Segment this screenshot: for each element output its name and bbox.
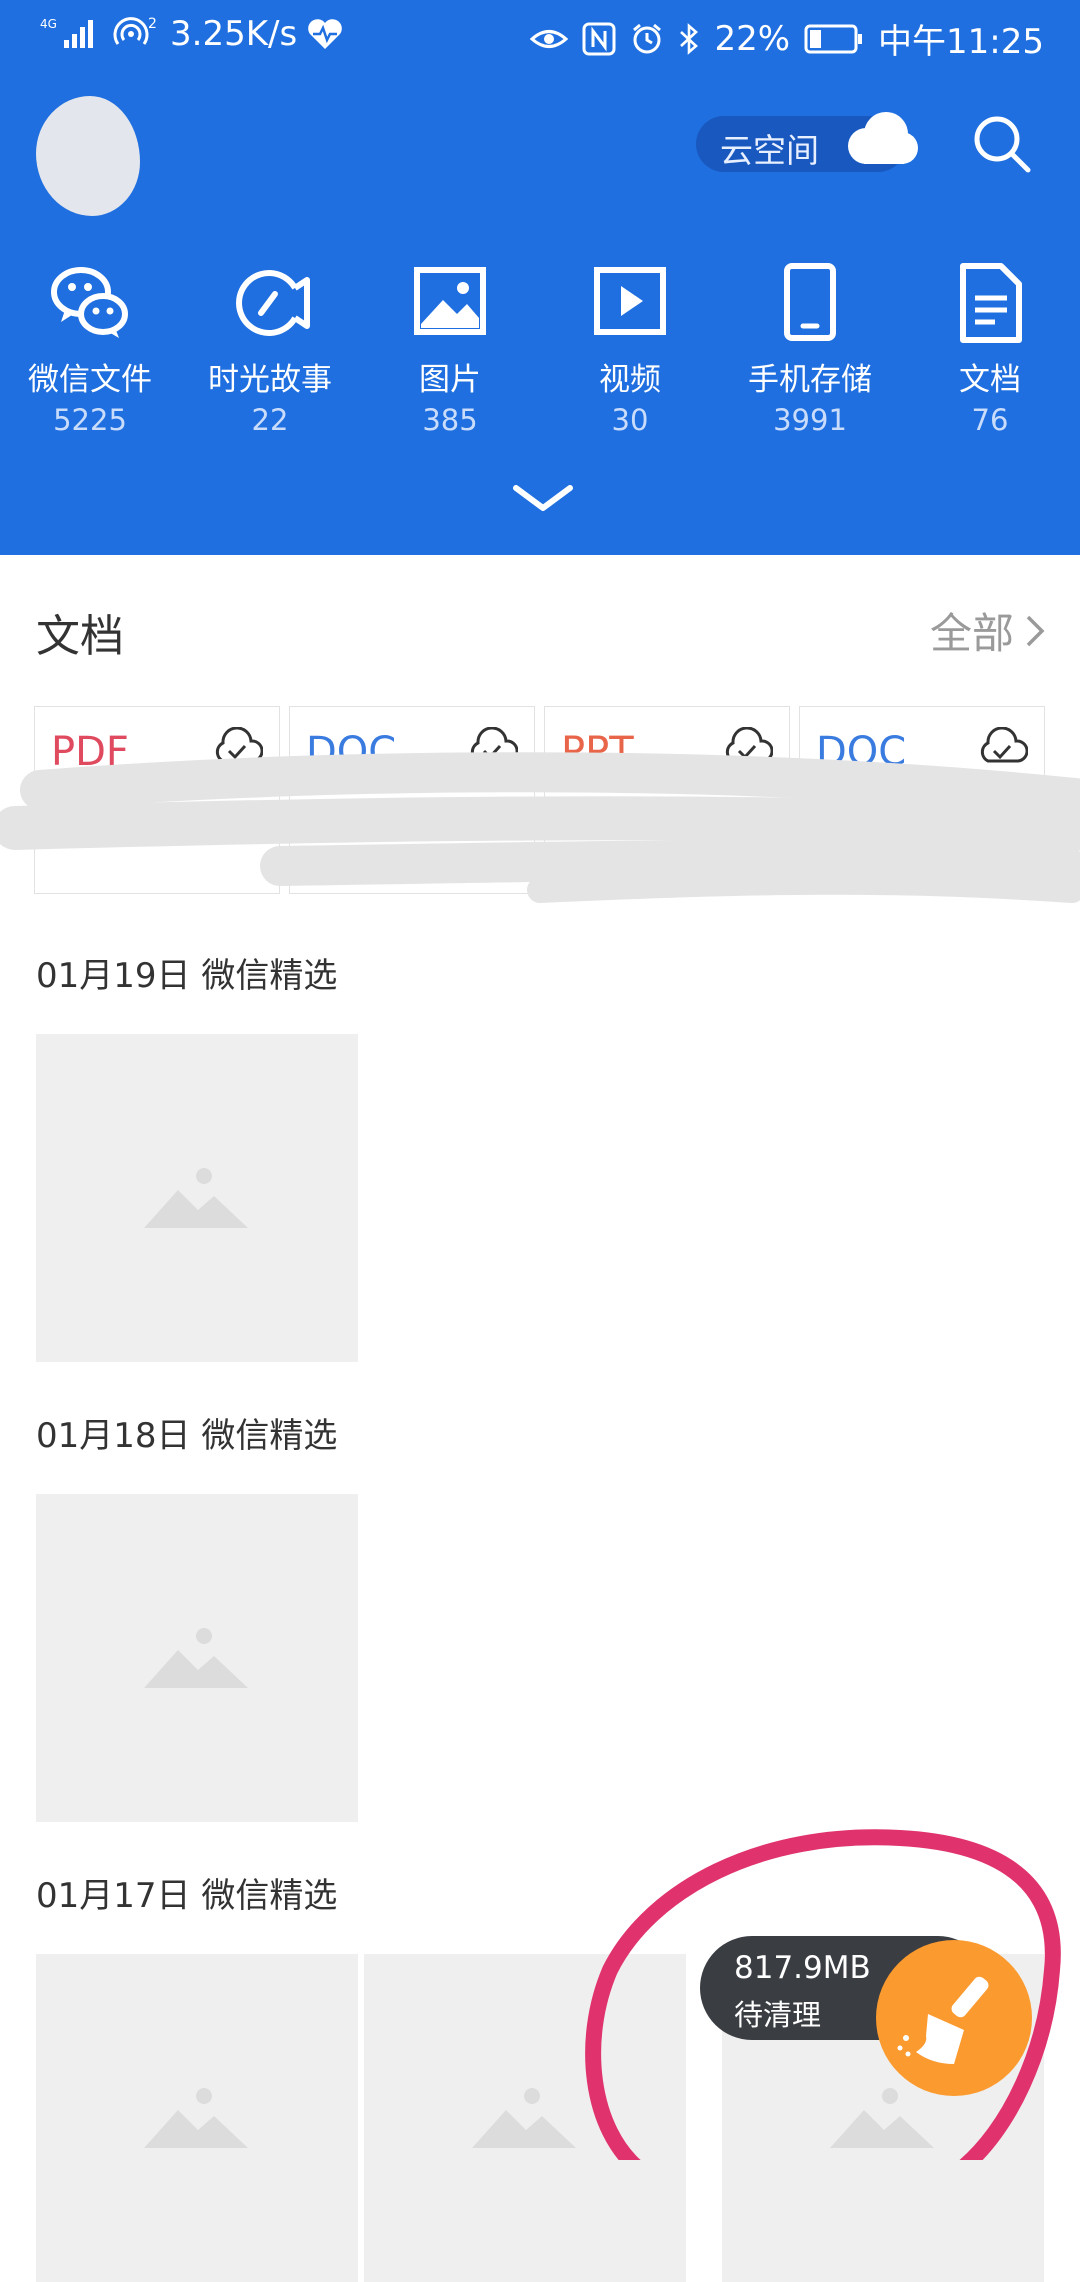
image-placeholder-icon	[144, 1628, 248, 1688]
image-placeholder-icon	[144, 1168, 248, 1228]
image-thumbnail[interactable]	[36, 1494, 358, 1822]
svg-text:4G: 4G	[40, 17, 57, 31]
heart-rate-icon	[307, 17, 343, 51]
signal-icon: 4G	[40, 14, 100, 54]
date-group-label: 01月19日 微信精选	[36, 956, 338, 996]
wechat-icon	[51, 267, 128, 338]
category-phone-storage[interactable]: 手机存储 3991	[720, 258, 900, 437]
image-thumbnail[interactable]	[36, 1034, 358, 1362]
eye-comfort-icon	[530, 24, 569, 54]
hotspot-icon: 2	[110, 14, 160, 54]
view-all-link[interactable]: 全部	[930, 600, 1046, 661]
cloud-icon	[848, 112, 918, 164]
date-group-label: 01月18日 微信精选	[36, 1416, 338, 1456]
redaction-scribble	[0, 752, 1080, 903]
nfc-icon	[582, 22, 616, 56]
chevron-down-icon[interactable]	[510, 480, 576, 520]
category-wechat[interactable]: 微信文件 5225	[0, 258, 180, 437]
alarm-icon	[630, 22, 664, 56]
video-icon	[594, 267, 666, 335]
header: 4G 2 3.25K/s 22% 中午11:25 云空间 微信文件 5225 时…	[0, 0, 1080, 555]
story-icon	[236, 270, 310, 336]
cloud-space-label: 云空间	[720, 131, 819, 170]
status-bar: 4G 2 3.25K/s 22% 中午11:25	[0, 0, 1080, 72]
category-image[interactable]: 图片 385	[360, 258, 540, 437]
document-icon	[960, 263, 1022, 343]
svg-text:2: 2	[148, 16, 157, 32]
documents-section-title: 文档	[36, 611, 124, 662]
battery-icon	[804, 23, 864, 55]
category-video[interactable]: 视频 30	[540, 258, 720, 437]
battery-percent: 22%	[714, 18, 791, 59]
category-row: 微信文件 5225 时光故事 22 图片 385 视频 30 手机存储 3991…	[0, 258, 1080, 438]
annotation-circle	[585, 1829, 1061, 2160]
bluetooth-icon	[678, 22, 700, 56]
image-icon	[414, 267, 486, 335]
search-icon[interactable]	[970, 112, 1034, 176]
chevron-right-icon	[1026, 615, 1045, 646]
category-story[interactable]: 时光故事 22	[180, 258, 360, 437]
clock: 中午11:25	[878, 22, 1044, 62]
phone-icon	[784, 263, 836, 341]
network-speed: 3.25K/s	[170, 14, 298, 54]
avatar[interactable]	[36, 96, 140, 216]
category-document[interactable]: 文档 76	[900, 258, 1080, 437]
